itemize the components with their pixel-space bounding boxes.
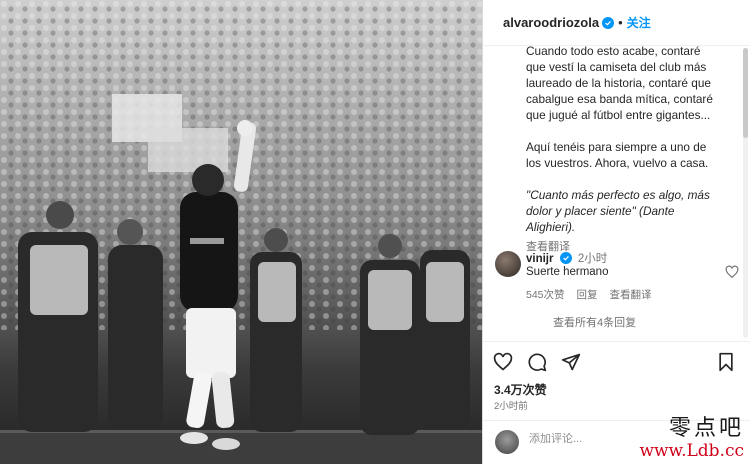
comment-time: 2小时 bbox=[577, 253, 608, 265]
post-header: alvaroodriozola • 关注 bbox=[483, 0, 750, 46]
comment-icon[interactable] bbox=[527, 352, 547, 372]
post-caption: Cuando todo esto acabe, contaré que vest… bbox=[526, 43, 731, 255]
comment-header: vinijr 2小时 bbox=[526, 250, 607, 266]
comment-text: Suerte hermano bbox=[526, 266, 609, 278]
caption-line: laureado de la historia, contaré que bbox=[526, 76, 711, 90]
current-user-avatar bbox=[495, 430, 519, 454]
post-timestamp: 2小时前 bbox=[494, 401, 528, 412]
heart-icon[interactable] bbox=[725, 265, 739, 279]
verified-badge-icon bbox=[602, 16, 615, 29]
caption-line: que vestí la camiseta del club más bbox=[526, 60, 707, 74]
scrollbar-thumb[interactable] bbox=[743, 48, 748, 138]
caption-line: Cuando todo esto acabe, contaré bbox=[526, 44, 701, 58]
bookmark-icon[interactable] bbox=[716, 352, 736, 372]
verified-badge-icon bbox=[559, 252, 572, 264]
heart-icon[interactable] bbox=[493, 352, 513, 372]
caption-line: los vuestros. Ahora, vuelvo a casa. bbox=[526, 156, 709, 170]
comment-actions: 545次赞 回复 查看翻译 bbox=[526, 287, 652, 302]
post-likes-count[interactable]: 3.4万次赞 bbox=[494, 381, 547, 398]
comment-item: vinijr 2小时 Suerte hermano 545次赞 回复 查看翻译 bbox=[495, 249, 743, 307]
view-all-replies-link[interactable]: 查看所有4条回复 bbox=[553, 314, 636, 330]
commenter-username[interactable]: vinijr bbox=[526, 253, 553, 265]
header-separator: • bbox=[618, 15, 623, 30]
comment-translate-link[interactable]: 查看翻译 bbox=[610, 287, 652, 302]
comments-scrollbar[interactable] bbox=[743, 48, 748, 338]
add-comment-bar bbox=[483, 420, 750, 464]
caption-line: que jugué al fútbol entre gigantes... bbox=[526, 108, 711, 122]
comment-likes[interactable]: 545次赞 bbox=[526, 287, 565, 302]
caption-quote-line: "Cuanto más perfecto es algo, más bbox=[526, 188, 710, 202]
caption-line: cabalgue esa banda mítica, contaré bbox=[526, 92, 713, 106]
post-username[interactable]: alvaroodriozola bbox=[503, 15, 599, 30]
follow-button[interactable]: 关注 bbox=[627, 14, 651, 31]
share-icon[interactable] bbox=[561, 352, 581, 372]
post-side-panel: alvaroodriozola • 关注 Cuando todo esto ac… bbox=[482, 0, 750, 464]
comment-reply-button[interactable]: 回复 bbox=[577, 287, 598, 302]
commenter-avatar[interactable] bbox=[495, 251, 521, 277]
caption-quote-line: dolor y placer siente" (Dante bbox=[526, 204, 675, 218]
stadium-photo bbox=[0, 0, 482, 464]
post-photo[interactable] bbox=[0, 0, 482, 464]
caption-line: Aquí tenéis para siempre a uno de bbox=[526, 140, 707, 154]
caption-quote-line: Alighieri). bbox=[526, 220, 576, 234]
comment-input[interactable] bbox=[529, 433, 639, 445]
